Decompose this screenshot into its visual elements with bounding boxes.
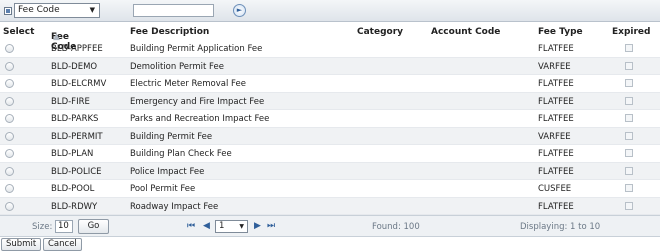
fee-type-cell: FLATFEE bbox=[538, 79, 574, 89]
col-header-account-code[interactable]: Account Code bbox=[431, 27, 500, 37]
submit-button[interactable]: Submit bbox=[1, 238, 42, 251]
last-page-icon[interactable]: ⏭ bbox=[267, 221, 275, 231]
table-row[interactable]: BLD-APPFEE Building Permit Application F… bbox=[0, 40, 660, 58]
cancel-button[interactable]: Cancel bbox=[43, 238, 82, 251]
fee-type-cell: FLATFEE bbox=[538, 114, 574, 124]
expired-checkbox[interactable] bbox=[625, 44, 633, 52]
fee-description-cell: Pool Permit Fee bbox=[130, 184, 196, 194]
select-radio[interactable] bbox=[5, 201, 14, 211]
select-radio[interactable] bbox=[5, 166, 14, 176]
fee-type-cell: FLATFEE bbox=[538, 44, 574, 54]
expired-checkbox[interactable] bbox=[625, 131, 633, 140]
next-page-icon[interactable]: ▶ bbox=[254, 221, 261, 231]
expired-checkbox[interactable] bbox=[625, 184, 633, 192]
col-header-expired[interactable]: Expired bbox=[612, 27, 650, 37]
fee-type-cell: FLATFEE bbox=[538, 166, 574, 177]
select-radio[interactable] bbox=[5, 61, 14, 71]
select-radio[interactable] bbox=[5, 149, 14, 158]
expired-checkbox[interactable] bbox=[625, 201, 633, 210]
page-number-select[interactable]: 1 ▼ bbox=[215, 220, 248, 233]
select-radio[interactable] bbox=[5, 184, 14, 193]
fee-description-cell: Electric Meter Removal Fee bbox=[130, 79, 246, 89]
fee-code-cell: BLD-DEMO bbox=[51, 61, 98, 72]
page-size-input[interactable]: 10 bbox=[55, 220, 73, 233]
table-row[interactable]: BLD-RDWY Roadway Impact Fee FLATFEE bbox=[0, 197, 660, 215]
table-row[interactable]: BLD-PLAN Building Plan Check Fee FLATFEE bbox=[0, 145, 660, 163]
first-page-icon[interactable]: ⏮ bbox=[187, 221, 195, 231]
select-radio[interactable] bbox=[5, 114, 14, 123]
fee-description-cell: Parks and Recreation Impact Fee bbox=[130, 114, 270, 124]
fee-code-cell: BLD-PERMIT bbox=[51, 131, 103, 142]
fee-description-cell: Building Permit Fee bbox=[130, 131, 213, 142]
fee-description-cell: Building Plan Check Fee bbox=[130, 149, 232, 159]
filter-search-input[interactable] bbox=[133, 4, 214, 17]
fee-code-cell: BLD-PLAN bbox=[51, 149, 94, 159]
expired-checkbox[interactable] bbox=[625, 96, 633, 105]
table-row[interactable]: BLD-PERMIT Building Permit Fee VARFEE bbox=[0, 127, 660, 145]
table-row[interactable]: BLD-ELCRMV Electric Meter Removal Fee FL… bbox=[0, 75, 660, 93]
fee-code-cell: BLD-POLICE bbox=[51, 166, 102, 177]
expired-checkbox[interactable] bbox=[625, 149, 633, 157]
page-size-label: Size: bbox=[32, 222, 53, 232]
fee-code-cell: BLD-FIRE bbox=[51, 96, 90, 107]
fee-description-cell: Roadway Impact Fee bbox=[130, 201, 219, 212]
col-header-category[interactable]: Category bbox=[357, 27, 403, 37]
fee-description-cell: Demolition Permit Fee bbox=[130, 61, 224, 72]
fee-type-cell: VARFEE bbox=[538, 131, 571, 142]
filter-field-select[interactable]: Fee Code ▼ bbox=[14, 3, 100, 18]
fee-code-cell: BLD-APPFEE bbox=[51, 44, 103, 54]
fee-type-cell: FLATFEE bbox=[538, 149, 574, 159]
table-row[interactable]: BLD-POOL Pool Permit Fee CUSFEE bbox=[0, 180, 660, 198]
chevron-down-icon: ▼ bbox=[89, 6, 95, 14]
fee-description-cell: Emergency and Fire Impact Fee bbox=[130, 96, 265, 107]
expired-checkbox[interactable] bbox=[625, 114, 633, 122]
fee-code-cell: BLD-POOL bbox=[51, 184, 95, 194]
fee-code-cell: BLD-ELCRMV bbox=[51, 79, 107, 89]
fee-type-cell: FLATFEE bbox=[538, 96, 574, 107]
grid-header: Select Fee Code ▲ Fee Description Categor… bbox=[3, 27, 651, 52]
fee-code-cell: BLD-PARKS bbox=[51, 114, 99, 124]
page-size-go-button[interactable]: Go bbox=[78, 219, 109, 234]
select-radio[interactable] bbox=[5, 131, 14, 141]
fee-code-cell: BLD-RDWY bbox=[51, 201, 98, 212]
expired-checkbox[interactable] bbox=[625, 166, 633, 175]
select-radio[interactable] bbox=[5, 96, 14, 106]
collapse-toggle-icon[interactable] bbox=[4, 7, 12, 15]
fee-type-cell: VARFEE bbox=[538, 61, 571, 72]
table-row[interactable]: BLD-FIRE Emergency and Fire Impact Fee F… bbox=[0, 92, 660, 110]
filter-bar: Fee Code ▼ ► bbox=[0, 0, 660, 22]
col-header-fee-type[interactable]: Fee Type bbox=[538, 27, 583, 37]
displaying-range: Displaying: 1 to 10 bbox=[520, 222, 601, 232]
table-row[interactable]: BLD-DEMO Demolition Permit Fee VARFEE bbox=[0, 57, 660, 75]
select-radio[interactable] bbox=[5, 44, 14, 53]
page-number-value: 1 bbox=[219, 221, 225, 231]
fee-description-cell: Police Impact Fee bbox=[130, 166, 205, 177]
table-row[interactable]: BLD-PARKS Parks and Recreation Impact Fe… bbox=[0, 110, 660, 128]
col-header-fee-description[interactable]: Fee Description bbox=[130, 27, 209, 37]
filter-go-icon[interactable]: ► bbox=[233, 4, 246, 17]
expired-checkbox[interactable] bbox=[625, 79, 633, 87]
found-count: Found: 100 bbox=[372, 222, 420, 232]
col-header-select: Select bbox=[3, 27, 35, 37]
expired-checkbox[interactable] bbox=[625, 61, 633, 70]
filter-field-value: Fee Code bbox=[18, 5, 60, 15]
table-row[interactable]: BLD-POLICE Police Impact Fee FLATFEE bbox=[0, 162, 660, 180]
prev-page-icon[interactable]: ◀ bbox=[203, 221, 210, 231]
select-radio[interactable] bbox=[5, 79, 14, 88]
fee-type-cell: CUSFEE bbox=[538, 184, 572, 194]
fee-description-cell: Building Permit Application Fee bbox=[130, 44, 263, 54]
pager-bar: Size: 10 Go ⏮ ◀ 1 ▼ ▶ ⏭ Found: 100 Displ… bbox=[0, 215, 660, 237]
chevron-down-icon: ▼ bbox=[239, 223, 244, 230]
fee-type-cell: FLATFEE bbox=[538, 201, 574, 212]
